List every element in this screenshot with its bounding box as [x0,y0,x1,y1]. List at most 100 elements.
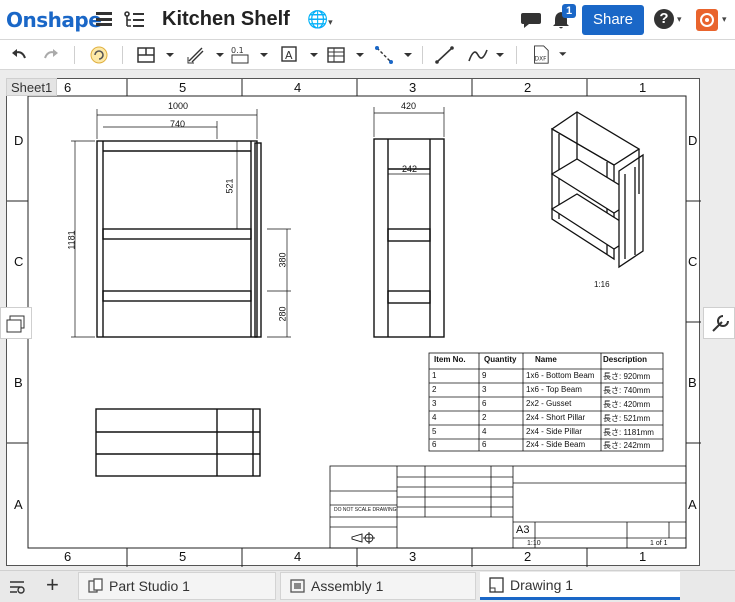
globe-icon[interactable]: 🌐▾ [307,10,333,30]
bom-cell: 長さ: 1181mm [603,428,654,437]
undo-icon[interactable] [10,45,28,65]
dim-depth: 420 [401,101,417,111]
user-caret-icon[interactable]: ▾ [722,14,727,25]
col-label-4-bottom: 4 [294,549,302,564]
share-button[interactable]: Share [582,5,644,35]
bom-cell: 2 [432,385,437,394]
bom-cell: 2 [482,413,487,422]
bom-header-desc: Description [603,355,648,364]
notification-badge: 1 [562,4,577,18]
insert-view-icon[interactable] [136,45,176,65]
bom-header-item: Item No. [434,355,466,364]
row-label-d-right: D [688,133,698,148]
bom-cell: 6 [482,440,487,449]
properties-panel-button[interactable] [703,307,735,339]
bom-cell: 長さ: 740mm [603,386,651,395]
feature-tree-icon[interactable] [124,11,146,29]
help-caret-icon[interactable]: ▾ [677,14,682,25]
tab-drawing[interactable]: Drawing 1 [480,572,680,600]
table-icon[interactable] [326,45,366,65]
onshape-logo[interactable]: Onshape [6,8,102,32]
drawing-sheet[interactable]: 6 5 4 3 2 1 6 5 4 3 2 1 D C B A D C B A … [6,78,701,567]
dimension-icon[interactable] [186,45,226,65]
row-label-b: B [14,375,23,390]
views-panel-button[interactable] [0,307,32,339]
svg-text:A: A [285,49,293,62]
bom-cell: 3 [482,385,487,394]
tab-assembly[interactable]: Assembly 1 [280,572,476,600]
bom-cell: 2x4 - Short Pillar [526,413,586,422]
add-tab-icon[interactable]: + [46,573,59,597]
col-label-3-bottom: 3 [409,549,417,564]
bom-cell: 長さ: 420mm [603,400,651,409]
dim-height: 1181 [66,230,77,250]
bom-cell: 1x6 - Top Beam [526,385,582,394]
tab-part-studio-label: Part Studio 1 [109,578,190,594]
col-label-1-bottom: 1 [639,549,647,564]
bom-cell: 長さ: 521mm [603,414,651,423]
drawing-labels: 6 5 4 3 2 1 6 5 4 3 2 1 D C B A D C B A … [7,79,701,567]
sheet-size: A3 [516,524,530,536]
col-label-5: 5 [179,80,187,95]
bom-cell: 6 [482,399,487,408]
layers-icon [6,315,25,333]
row-label-d: D [14,133,24,148]
bom-cell: 長さ: 242mm [603,441,651,450]
col-label-6-bottom: 6 [64,549,72,564]
row-label-a: A [14,497,23,512]
col-label-4: 4 [294,80,302,95]
bom-header-qty: Quantity [484,355,517,364]
svg-text:0.1: 0.1 [231,46,244,55]
bom-cell: 2x4 - Side Beam [526,440,586,449]
sheet-count: 1 of 1 [650,540,668,547]
bom-cell: 2x4 - Side Pillar [526,427,583,436]
note-icon[interactable]: A [280,45,320,65]
dim-pillar: 521 [224,178,235,194]
tab-drawing-label: Drawing 1 [510,577,574,593]
centerline-icon[interactable] [374,45,414,65]
dim-gap-1: 380 [277,252,288,268]
col-label-2-bottom: 2 [524,549,532,564]
dim-overall-width: 1000 [168,101,189,111]
bom-cell: 6 [432,440,437,449]
row-label-b-right: B [688,375,697,390]
bom-cell: 1 [432,371,437,380]
tab-list-icon[interactable] [8,579,26,595]
hole-table-icon[interactable]: 0.1 [230,45,270,65]
col-label-2: 2 [524,80,532,95]
part-studio-icon [88,578,103,593]
row-label-c-right: C [688,254,698,269]
tab-sheet1[interactable]: Sheet1 [6,78,58,96]
svg-text:DXF: DXF [535,56,548,62]
bom-cell: 3 [432,399,437,408]
comments-icon[interactable] [520,10,542,30]
export-dxf-icon[interactable]: DXF [530,45,570,65]
menu-icon[interactable] [96,12,112,26]
document-title[interactable]: Kitchen Shelf [162,8,290,31]
do-not-scale-text: DO NOT SCALE DRAWING [334,507,397,513]
drawing-toolbar: 0.1 A DXF [0,40,735,70]
col-label-1: 1 [639,80,647,95]
help-icon[interactable]: ? [654,9,674,29]
bom-cell: 1x6 - Bottom Beam [526,371,595,380]
bom-cell: 長さ: 920mm [603,372,651,381]
bom-cell: 5 [432,427,437,436]
redo-icon[interactable] [42,45,60,65]
col-label-5-bottom: 5 [179,549,187,564]
tab-part-studio[interactable]: Part Studio 1 [78,572,276,600]
dim-beam: 242 [402,164,418,174]
line-icon[interactable] [434,45,456,65]
bom-cell: 4 [482,427,487,436]
user-avatar[interactable] [696,9,718,31]
drawing-icon [489,577,504,593]
bom-cell: 9 [482,371,487,380]
bom-cell: 4 [432,413,437,422]
row-label-a-right: A [688,497,697,512]
bom-header-name: Name [535,355,557,364]
top-bar: Onshape Kitchen Shelf 🌐▾ 1 Share ? ▾ ▾ [0,0,735,40]
dim-gap-2: 280 [277,306,288,322]
update-icon[interactable] [88,45,110,65]
wrench-icon [712,315,729,332]
col-label-6: 6 [64,80,72,95]
spline-icon[interactable] [466,45,506,65]
